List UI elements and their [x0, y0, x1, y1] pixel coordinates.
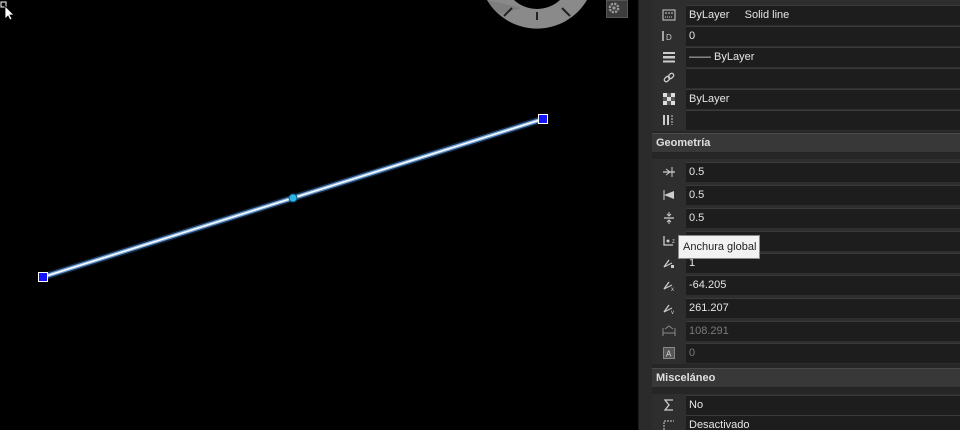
transparency-icon	[652, 88, 686, 110]
property-row-linetype-generation[interactable]: Desactivado	[652, 414, 960, 430]
property-value[interactable]: Desactivado	[686, 415, 960, 430]
property-value[interactable]	[686, 68, 960, 88]
section-title: Misceláneo	[656, 372, 716, 384]
property-row-vertex-x[interactable]: x -64.205	[652, 274, 960, 296]
svg-text:D: D	[666, 33, 672, 42]
property-value[interactable]: 0	[686, 343, 960, 363]
property-value[interactable]: 0.5	[686, 162, 960, 182]
tooltip: Anchura global	[678, 235, 760, 259]
gear-icon	[608, 2, 620, 14]
gear-button[interactable]	[606, 0, 628, 18]
property-value[interactable]: 261.207	[686, 298, 960, 318]
property-value[interactable]: ByLayer	[686, 89, 960, 109]
end-grip[interactable]	[538, 114, 548, 124]
property-row-transparency[interactable]: ByLayer	[652, 88, 960, 110]
svg-text:x: x	[671, 287, 674, 291]
panel-splitter[interactable]	[638, 0, 652, 430]
material-icon	[652, 109, 686, 131]
svg-text:y: y	[671, 310, 674, 314]
section-header-misc[interactable]: Misceláneo	[652, 368, 960, 388]
property-row-id[interactable]: D 0	[652, 25, 960, 47]
property-row-closed[interactable]: No	[652, 394, 960, 416]
drawing-canvas[interactable]	[0, 0, 640, 430]
properties-panel: ByLayer Solid line D 0 —— ByLayer ByLaye…	[652, 0, 960, 430]
property-row-length[interactable]: 108.291	[652, 320, 960, 342]
linetype-icon	[652, 4, 686, 26]
vertex-x-icon: x	[652, 274, 686, 296]
linetype-generation-icon	[652, 414, 686, 430]
property-row-area[interactable]: A 0	[652, 342, 960, 364]
lineweight-icon	[652, 46, 686, 68]
property-value[interactable]	[686, 110, 960, 130]
property-value[interactable]: 108.291	[686, 321, 960, 341]
id-icon: D	[652, 25, 686, 47]
start-segment-width-icon	[652, 161, 686, 183]
vertex-y-icon: y	[652, 297, 686, 319]
property-value[interactable]: -64.205	[686, 275, 960, 295]
property-value[interactable]: ByLayer Solid line	[686, 5, 960, 25]
svg-text:A: A	[666, 350, 672, 359]
viewcube-compass[interactable]	[487, 0, 587, 29]
end-segment-width-icon	[652, 184, 686, 206]
property-row-end-width[interactable]: 0.5	[652, 184, 960, 206]
section-gap	[652, 153, 960, 159]
property-row-hyperlink[interactable]	[652, 67, 960, 89]
property-value[interactable]: 0.5	[686, 185, 960, 205]
length-icon	[652, 320, 686, 342]
midpoint-grip[interactable]	[288, 193, 298, 203]
property-value[interactable]: 0	[686, 26, 960, 46]
start-grip[interactable]	[38, 272, 48, 282]
property-row-vertex-y[interactable]: y 261.207	[652, 297, 960, 319]
property-row-material[interactable]	[652, 109, 960, 131]
property-value[interactable]: No	[686, 395, 960, 415]
property-value[interactable]: —— ByLayer	[686, 47, 960, 67]
svg-text:z: z	[672, 239, 675, 245]
canvas-svg	[38, 0, 587, 282]
property-row-linetype[interactable]: ByLayer Solid line	[652, 4, 960, 26]
property-row-lineweight[interactable]: —— ByLayer	[652, 46, 960, 68]
sum-icon	[652, 394, 686, 416]
section-title: Geometría	[656, 137, 711, 149]
property-row-global-width[interactable]: 0.5	[652, 207, 960, 229]
property-row-start-width[interactable]: 0.5	[652, 161, 960, 183]
mouse-cursor-icon	[0, 1, 15, 20]
hyperlink-icon	[652, 67, 686, 89]
global-width-icon	[652, 207, 686, 229]
section-header-geometry[interactable]: Geometría	[652, 133, 960, 153]
property-value[interactable]: 0.5	[686, 208, 960, 228]
area-icon: A	[652, 342, 686, 364]
